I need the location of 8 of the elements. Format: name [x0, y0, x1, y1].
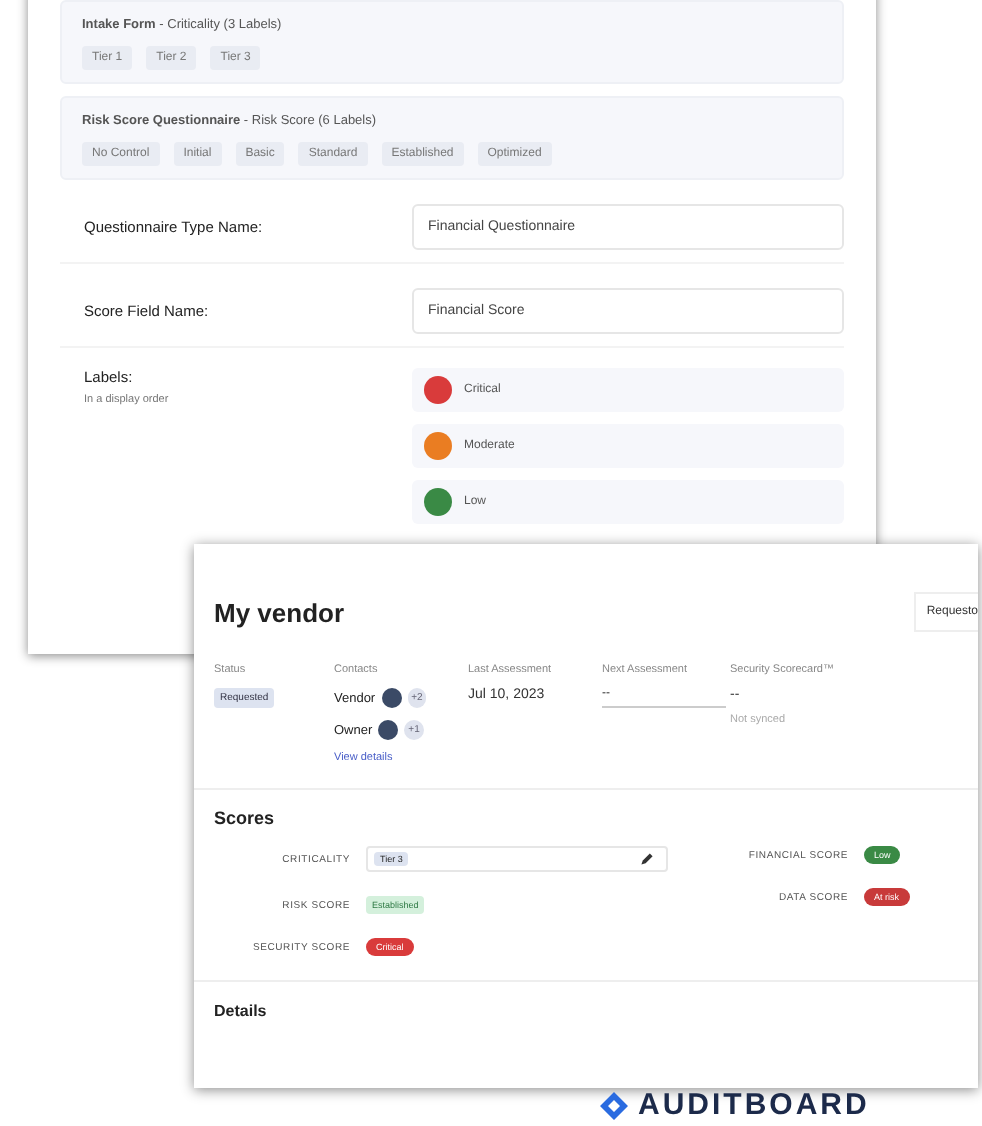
- avatar-icon: [378, 720, 399, 740]
- pencil-icon[interactable]: [640, 852, 654, 866]
- section-heading: Details: [214, 1002, 269, 1020]
- logo-icon: [600, 1091, 628, 1119]
- section-heading: Scores: [214, 808, 277, 828]
- avatar-icon: [381, 688, 402, 708]
- brand-name: AUDITBOARD: [638, 1088, 870, 1122]
- vendor-title: My vendor: [214, 597, 345, 627]
